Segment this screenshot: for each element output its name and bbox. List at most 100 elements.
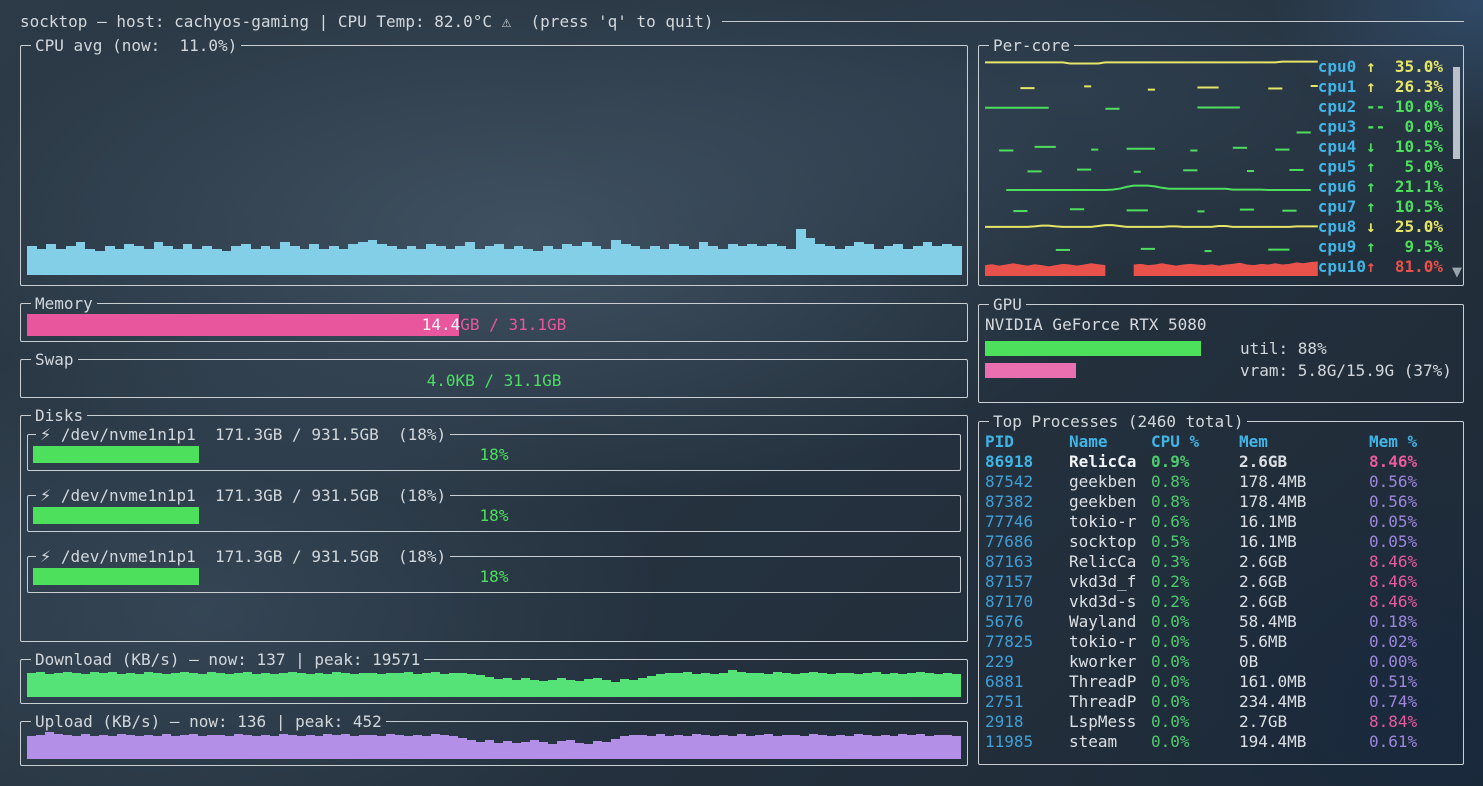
chart-bar bbox=[925, 673, 934, 697]
chart-bar bbox=[341, 734, 350, 759]
chart-bar bbox=[913, 246, 923, 275]
chart-bar bbox=[413, 674, 422, 697]
disk-title-text: /dev/nvme1n1p1 171.3GB / 931.5GB (18%) bbox=[51, 486, 446, 505]
app-title: socktop — host: cachyos-gaming | CPU Tem… bbox=[20, 12, 714, 31]
scroll-down-icon[interactable]: ▼ bbox=[1452, 265, 1462, 280]
chart-bar bbox=[309, 244, 319, 275]
disk-title: ⚡ /dev/nvme1n1p1 171.3GB / 931.5GB (18%) bbox=[36, 547, 450, 566]
disk-panel: ⚡ /dev/nvme1n1p1 171.3GB / 931.5GB (18%)… bbox=[27, 486, 961, 532]
process-row[interactable]: 6881ThreadP0.0%161.0MB0.51% bbox=[985, 672, 1457, 692]
chart-bar bbox=[620, 736, 629, 759]
cpu-avg-chart bbox=[27, 55, 961, 275]
chart-bar bbox=[543, 246, 553, 275]
chart-bar bbox=[689, 249, 699, 275]
core-percent: 10.5% bbox=[1385, 137, 1443, 156]
core-name: cpu8 bbox=[1318, 217, 1366, 236]
chart-bar bbox=[332, 672, 341, 697]
process-pid: 6881 bbox=[985, 672, 1069, 692]
chart-bar bbox=[359, 735, 368, 759]
chart-bar bbox=[764, 674, 773, 697]
memory-title: Memory bbox=[31, 294, 97, 313]
chart-bar bbox=[404, 672, 413, 697]
chart-bar bbox=[207, 735, 216, 759]
chart-bar bbox=[767, 244, 777, 275]
process-row[interactable]: 86918RelicCa0.9%2.6GB8.46% bbox=[985, 452, 1457, 472]
chart-bar bbox=[881, 674, 890, 697]
chart-bar bbox=[572, 246, 582, 275]
process-row[interactable]: 87382geekben0.8%178.4MB0.56% bbox=[985, 492, 1457, 512]
chart-bar bbox=[737, 734, 746, 759]
chart-bar bbox=[773, 736, 782, 759]
process-cpu-percent: 0.0% bbox=[1151, 692, 1239, 712]
process-row[interactable]: 87163RelicCa0.3%2.6GB8.46% bbox=[985, 552, 1457, 572]
process-row[interactable]: 2918LspMess0.0%2.7GB8.84% bbox=[985, 712, 1457, 732]
chart-bar bbox=[63, 672, 72, 697]
core-spark-area bbox=[985, 236, 1318, 256]
scrollbar[interactable]: ▼ bbox=[1452, 67, 1460, 275]
process-mem: 2.7GB bbox=[1239, 712, 1369, 732]
per-core-title: Per-core bbox=[989, 36, 1074, 55]
core-trend-icon: ↑ bbox=[1366, 177, 1385, 196]
core-name: cpu5 bbox=[1318, 157, 1366, 176]
chart-bar bbox=[279, 734, 288, 759]
chart-bar bbox=[683, 672, 692, 697]
core-spark-area bbox=[985, 256, 1318, 276]
scrollbar-thumb[interactable] bbox=[1453, 67, 1460, 159]
chart-bar bbox=[539, 681, 548, 697]
chart-bar bbox=[737, 672, 746, 697]
core-row: cpu1↑26.3% bbox=[985, 76, 1443, 96]
chart-bar bbox=[710, 736, 719, 759]
chart-bar bbox=[446, 249, 456, 275]
process-row[interactable]: 87170vkd3d-s0.2%2.6GB8.46% bbox=[985, 592, 1457, 612]
chart-bar bbox=[467, 740, 476, 759]
chart-bar bbox=[222, 251, 232, 275]
chart-bar bbox=[135, 736, 144, 759]
chart-bar bbox=[575, 743, 584, 759]
right-column: Per-core cpu0↑35.0%cpu1↑26.3%cpu2--10.0%… bbox=[978, 36, 1464, 768]
chart-bar bbox=[458, 673, 467, 697]
chart-bar bbox=[350, 736, 359, 759]
chart-bar bbox=[943, 735, 952, 759]
process-name: ThreadP bbox=[1069, 672, 1151, 692]
chart-bar bbox=[359, 673, 368, 697]
core-spark-area bbox=[985, 196, 1318, 216]
process-name: geekben bbox=[1069, 492, 1151, 512]
process-row[interactable]: 11985steam0.0%194.4MB0.61% bbox=[985, 732, 1457, 752]
process-row[interactable]: 5676Wayland0.0%58.4MB0.18% bbox=[985, 612, 1457, 632]
process-row[interactable]: 87157vkd3d_f0.2%2.6GB8.46% bbox=[985, 572, 1457, 592]
process-row[interactable]: 2751ThreadP0.0%234.4MB0.74% bbox=[985, 692, 1457, 712]
process-cpu-percent: 0.0% bbox=[1151, 712, 1239, 732]
chart-bar bbox=[397, 249, 407, 275]
process-row[interactable]: 87542geekben0.8%178.4MB0.56% bbox=[985, 472, 1457, 492]
process-row[interactable]: 229kworker0.0%0B0.00% bbox=[985, 652, 1457, 672]
process-mem: 2.6GB bbox=[1239, 592, 1369, 612]
chart-bar bbox=[872, 736, 881, 759]
process-cpu-percent: 0.8% bbox=[1151, 492, 1239, 512]
process-name: vkd3d-s bbox=[1069, 592, 1151, 612]
chart-bar bbox=[332, 735, 341, 759]
disk-title: ⚡ /dev/nvme1n1p1 171.3GB / 931.5GB (18%) bbox=[36, 425, 450, 444]
chart-bar bbox=[863, 673, 872, 697]
chart-bar bbox=[243, 735, 252, 759]
chart-bar bbox=[692, 734, 701, 759]
process-row[interactable]: 77746tokio-r0.6%16.1MB0.05% bbox=[985, 512, 1457, 532]
per-core-panel: Per-core cpu0↑35.0%cpu1↑26.3%cpu2--10.0%… bbox=[978, 36, 1464, 286]
process-mem-percent: 8.46% bbox=[1369, 452, 1457, 472]
process-name: Wayland bbox=[1069, 612, 1151, 632]
core-percent: 10.5% bbox=[1385, 197, 1443, 216]
chart-bar bbox=[377, 674, 386, 697]
chart-bar bbox=[665, 736, 674, 759]
core-trend-icon: ↑ bbox=[1366, 257, 1385, 276]
chart-bar bbox=[189, 734, 198, 759]
core-sparkline bbox=[985, 236, 1318, 256]
chart-bar bbox=[553, 249, 563, 275]
process-pid: 87542 bbox=[985, 472, 1069, 492]
core-sparkline bbox=[985, 136, 1318, 156]
chart-bar bbox=[629, 735, 638, 759]
process-row[interactable]: 77825tokio-r0.0%5.6MB0.02% bbox=[985, 632, 1457, 652]
process-cpu-percent: 0.0% bbox=[1151, 632, 1239, 652]
chart-bar bbox=[413, 735, 422, 759]
chart-bar bbox=[288, 672, 297, 697]
chart-bar bbox=[952, 736, 961, 759]
process-row[interactable]: 77686socktop0.5%16.1MB0.05% bbox=[985, 532, 1457, 552]
